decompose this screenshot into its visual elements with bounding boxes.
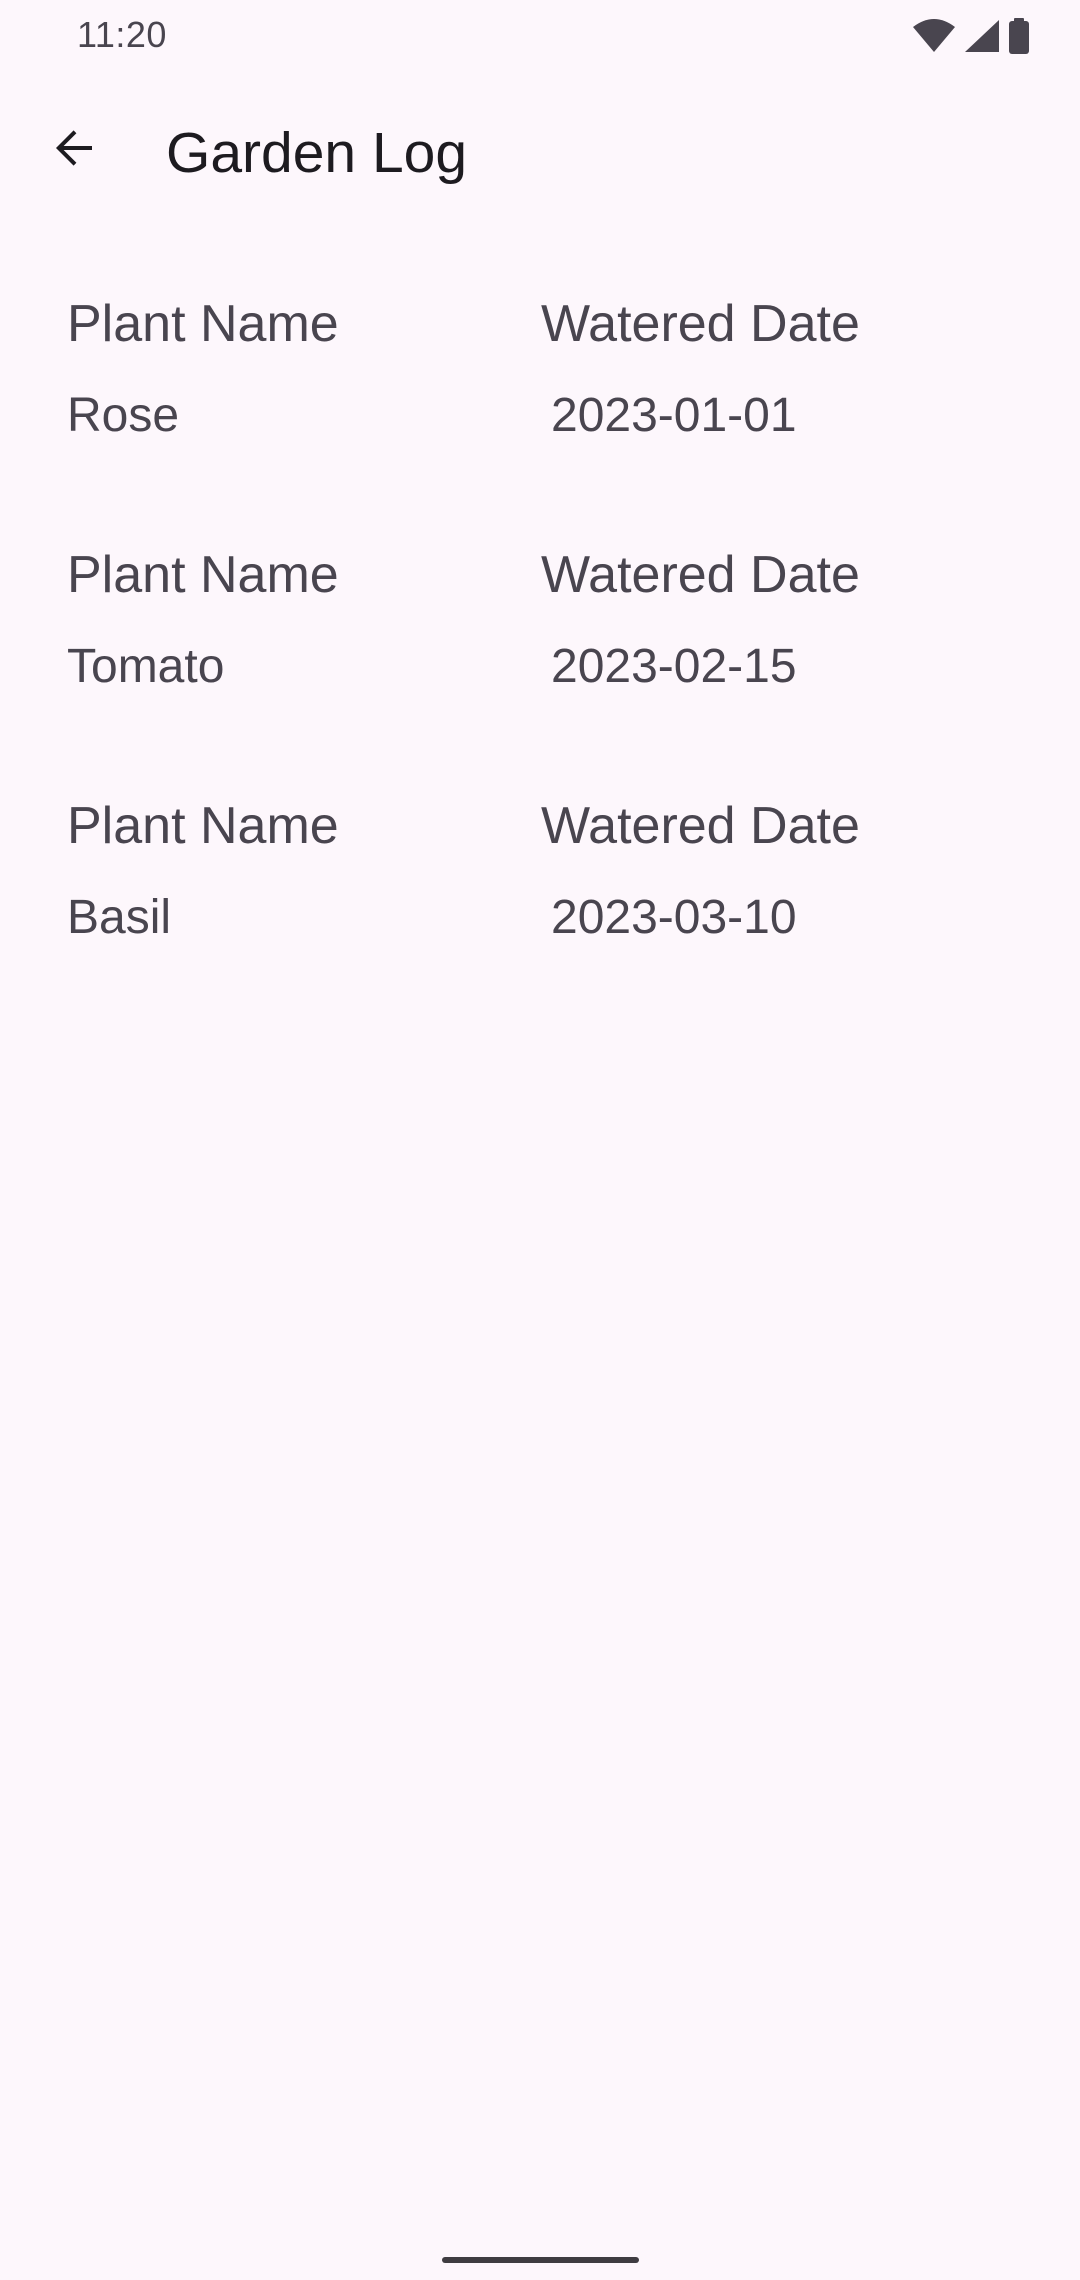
status-time: 11:20 — [77, 14, 167, 55]
plant-name-header: Plant Name — [67, 295, 339, 353]
garden-log-list: Plant Name Watered Date Rose 2023-01-01 … — [0, 280, 1080, 1033]
wifi-icon — [912, 19, 956, 58]
watered-date-value: 2023-02-15 — [551, 640, 797, 693]
back-button[interactable] — [36, 112, 112, 188]
watered-date-value: 2023-03-10 — [551, 891, 797, 944]
battery-icon — [1008, 18, 1030, 59]
watered-date-header: Watered Date — [541, 797, 860, 855]
gesture-navigation-handle[interactable] — [442, 2257, 639, 2263]
status-icons — [912, 18, 1030, 59]
list-item: Plant Name Watered Date Rose 2023-01-01 — [0, 280, 1080, 531]
plant-name-value: Tomato — [67, 640, 225, 693]
signal-icon — [964, 19, 1000, 58]
plant-name-header: Plant Name — [67, 546, 339, 604]
list-item: Plant Name Watered Date Tomato 2023-02-1… — [0, 531, 1080, 782]
watered-date-header: Watered Date — [541, 546, 860, 604]
plant-name-value: Rose — [67, 389, 180, 442]
watered-date-header: Watered Date — [541, 295, 860, 353]
watered-date-value: 2023-01-01 — [551, 389, 797, 442]
page-title: Garden Log — [166, 121, 468, 185]
status-bar: 11:20 — [0, 0, 1080, 72]
list-item: Plant Name Watered Date Basil 2023-03-10 — [0, 782, 1080, 1033]
top-app-bar: Garden Log — [0, 72, 1080, 240]
arrow-back-icon — [50, 124, 98, 177]
plant-name-value: Basil — [67, 891, 172, 944]
plant-name-header: Plant Name — [67, 797, 339, 855]
